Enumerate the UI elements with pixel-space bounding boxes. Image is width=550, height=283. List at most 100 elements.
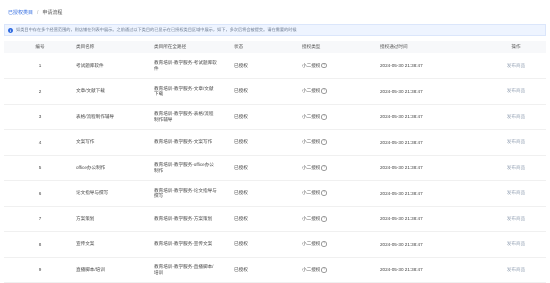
cell-num: 6: [38, 190, 42, 196]
help-icon[interactable]: ?: [321, 241, 327, 248]
cell-type: 小二授权?: [302, 53, 380, 79]
auth-type-label: 小二授权: [302, 62, 321, 68]
auth-type-label: 小二授权: [302, 164, 321, 170]
cell-type: 小二授权?: [302, 79, 380, 105]
cell-op: 发布商品: [486, 232, 546, 258]
cell-path: 教育培训-教学服务-文案写作: [154, 139, 213, 145]
publish-product-link[interactable]: 发布商品: [507, 165, 525, 170]
breadcrumb: 已授权类目 / 申请流程: [8, 9, 63, 17]
cell-path: 教育培训-教学服务-文章/文献下载: [154, 85, 214, 97]
cell-op: 发布商品: [486, 53, 546, 79]
cell-op: 发布商品: [486, 257, 546, 283]
auth-type-label: 小二授权: [302, 215, 321, 221]
cell-name: 文章/文献下载: [76, 88, 105, 94]
publish-product-link[interactable]: 发布商品: [507, 88, 525, 93]
help-icon[interactable]: ?: [321, 164, 327, 171]
col-header-status: 状态: [234, 44, 244, 49]
table-row: 4 文案写作 教育培训-教学服务-文案写作 已授权 小二授权? 2024-05-30 21…: [4, 130, 546, 156]
cell-time: 2024-05-30 21:38:47: [380, 216, 423, 222]
cell-name: 直播脚本/培训: [76, 266, 105, 272]
table-header-row: 编号 类目名称 类目所在全路径 状态 授权类型 授权通过时间 操作: [4, 41, 546, 53]
notice-text: 如类目中存在多个经营范围的，则店铺在列表中展示。之前通过以下类目的已显示在已授权…: [16, 27, 297, 32]
cell-path: 教育培训-教学服务-直播脚本/培训: [154, 264, 214, 275]
breadcrumb-current: 申请流程: [42, 10, 63, 16]
help-icon[interactable]: ?: [321, 113, 327, 120]
table-row: 1 考试题库软件 教育培训-教学服务-考试题库软件 已授权 小二授权? 2024-05-3…: [4, 53, 546, 79]
cell-op: 发布商品: [486, 104, 546, 130]
publish-product-link[interactable]: 发布商品: [507, 63, 525, 68]
help-icon[interactable]: ?: [321, 215, 327, 222]
table-row: 6 论文指导与撰写 教育培训-教学服务-论文指导与撰写 已授权 小二授权? 2024-05…: [4, 181, 546, 207]
cell-status: 已授权: [234, 164, 248, 170]
cell-op: 发布商品: [486, 130, 546, 156]
col-header-time: 授权通过时间: [380, 44, 408, 49]
auth-type-label: 小二授权: [302, 113, 321, 119]
cell-time: 2024-05-30 21:38:47: [380, 241, 423, 247]
cell-name: 文案写作: [76, 139, 95, 145]
help-icon[interactable]: ?: [321, 62, 327, 69]
cell-time: 2024-05-30 21:38:47: [380, 114, 423, 120]
cell-path: 教育培训-教学服务-宣传文案: [154, 241, 213, 247]
cell-op: 发布商品: [486, 155, 546, 181]
help-icon[interactable]: ?: [321, 266, 327, 273]
cell-type: 小二授权?: [302, 155, 380, 181]
cell-time: 2024-05-30 21:38:47: [380, 190, 423, 196]
cell-path: 教育培训-教学服务-office办公制作: [154, 162, 214, 173]
info-icon: i: [8, 27, 13, 33]
cell-path: 教育培训-教学服务-考试题库软件: [154, 59, 217, 71]
auth-type-label: 小二授权: [302, 241, 321, 247]
auth-type-label: 小二授权: [302, 88, 321, 94]
cell-status: 已授权: [234, 190, 248, 196]
table-row: 2 文章/文献下载 教育培训-教学服务-文章/文献下载 已授权 小二授权? 2024-05…: [4, 79, 546, 105]
breadcrumb-parent-link[interactable]: 已授权类目: [8, 9, 33, 16]
cell-name: 论文指导与撰写: [76, 190, 109, 196]
cell-op: 发布商品: [486, 79, 546, 105]
cell-status: 已授权: [234, 266, 248, 272]
cell-num: 4: [38, 139, 42, 145]
cell-status: 已授权: [234, 139, 248, 145]
publish-product-link[interactable]: 发布商品: [507, 241, 525, 246]
table-row: 7 方案策划 教育培训-教学服务-方案策划 已授权 小二授权? 2024-05-30 21…: [4, 206, 546, 232]
cell-type: 小二授权?: [302, 257, 380, 283]
cell-type: 小二授权?: [302, 181, 380, 207]
table-row: 9 直播脚本/培训 教育培训-教学服务-直播脚本/培训 已授权 小二授权? 2024-05…: [4, 257, 546, 283]
cell-op: 发布商品: [486, 206, 546, 232]
cell-type: 小二授权?: [302, 232, 380, 258]
publish-product-link[interactable]: 发布商品: [507, 114, 525, 119]
cell-path: 教育培训-教学服务-方案策划: [154, 215, 213, 221]
cell-name: 宣传文案: [76, 241, 95, 247]
cell-time: 2024-05-30 21:38:47: [380, 267, 423, 273]
cell-path: 教育培训-教学服务-论文指导与撰写: [154, 187, 217, 199]
table-row: 5 office办公制作 教育培训-教学服务-office办公制作 已授权 小二授权? 2…: [4, 155, 546, 181]
help-icon[interactable]: ?: [321, 190, 327, 197]
auth-type-label: 小二授权: [302, 139, 321, 145]
col-header-type: 授权类型: [302, 44, 321, 49]
cell-status: 已授权: [234, 62, 248, 68]
cell-name: 考试题库软件: [76, 62, 104, 68]
cell-num: 9: [38, 267, 42, 273]
table-body: 1 考试题库软件 教育培训-教学服务-考试题库软件 已授权 小二授权? 2024-05-3…: [4, 53, 546, 283]
cell-num: 8: [38, 241, 42, 247]
cell-type: 小二授权?: [302, 104, 380, 130]
cell-type: 小二授权?: [302, 206, 380, 232]
cell-name: 表格/流程制作辅导: [76, 113, 115, 119]
cell-num: 2: [38, 88, 42, 94]
cell-time: 2024-05-30 21:38:47: [380, 88, 423, 94]
help-icon[interactable]: ?: [321, 139, 327, 146]
cell-path: 教育培训-教学服务-表格/流程制作辅导: [154, 111, 214, 122]
cell-status: 已授权: [234, 113, 248, 119]
publish-product-link[interactable]: 发布商品: [507, 267, 525, 272]
cell-status: 已授权: [234, 88, 248, 94]
publish-product-link[interactable]: 发布商品: [507, 190, 525, 195]
cell-type: 小二授权?: [302, 130, 380, 156]
cell-time: 2024-05-30 21:38:47: [380, 165, 423, 171]
auth-type-label: 小二授权: [302, 266, 321, 272]
publish-product-link[interactable]: 发布商品: [507, 216, 525, 221]
notice-banner: i 如类目中存在多个经营范围的，则店铺在列表中展示。之前通过以下类目的已显示在已…: [4, 24, 546, 36]
help-icon[interactable]: ?: [321, 88, 327, 95]
cell-time: 2024-05-30 21:38:47: [380, 139, 423, 145]
cell-num: 1: [38, 63, 42, 68]
publish-product-link[interactable]: 发布商品: [507, 139, 525, 144]
col-header-num: 编号: [35, 44, 45, 49]
table-row: 3 表格/流程制作辅导 教育培训-教学服务-表格/流程制作辅导 已授权 小二授权? 202…: [4, 104, 546, 130]
